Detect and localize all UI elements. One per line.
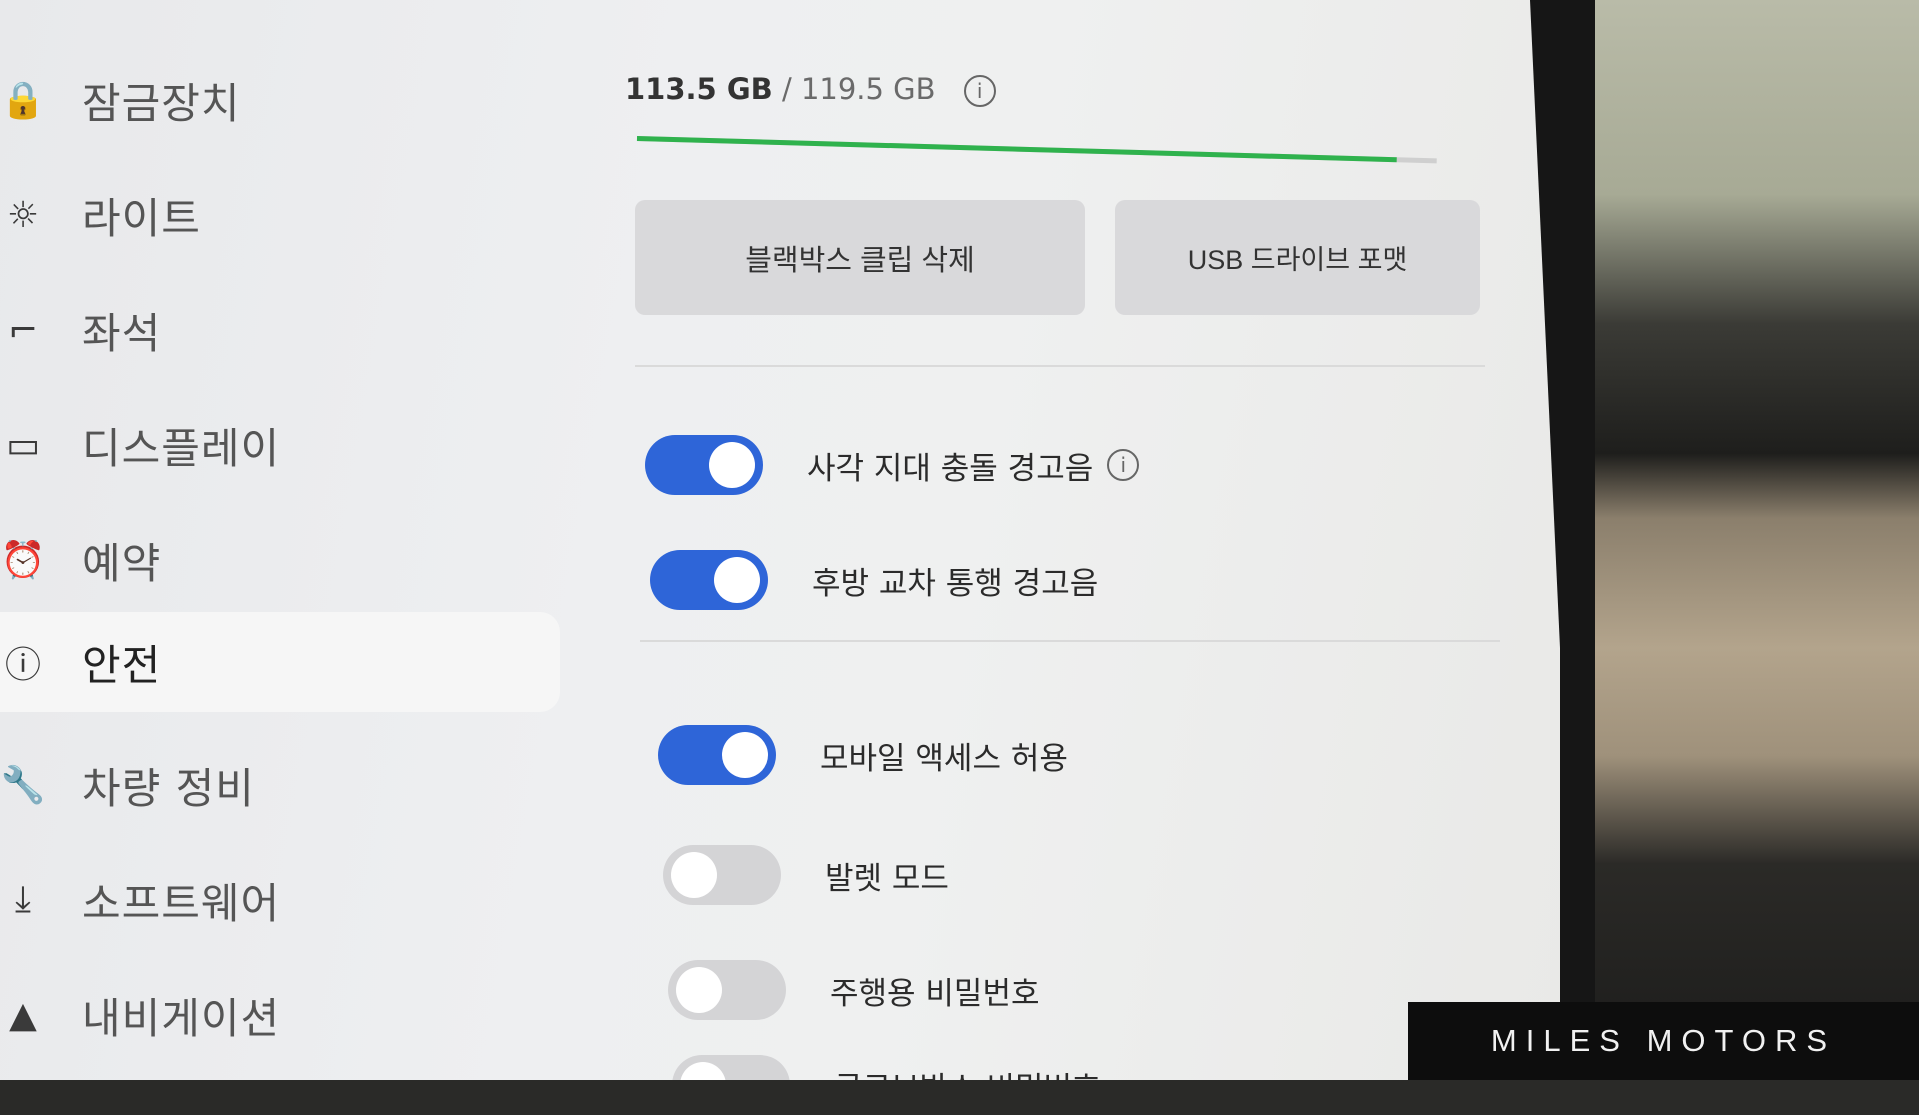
mobile-access-toggle[interactable] bbox=[658, 725, 776, 785]
toggle-label: 주행용 비밀번호 bbox=[830, 975, 1040, 1012]
info-icon[interactable]: i bbox=[1107, 449, 1140, 481]
sidebar-item-schedule[interactable]: ⏰ 예약 bbox=[0, 510, 560, 610]
info-icon[interactable]: i bbox=[963, 75, 996, 107]
storage-usage: 113.5 GB / 119.5 GB i bbox=[625, 72, 996, 107]
toggle-knob bbox=[722, 732, 768, 778]
sidebar-item-service[interactable]: 🔧 차량 정비 bbox=[0, 735, 560, 835]
toggle-row-mobile-access: 모바일 액세스 허용 bbox=[658, 725, 1068, 785]
toggle-label: 발렛 모드 bbox=[825, 860, 949, 897]
sidebar-item-seats[interactable]: ⌐ 좌석 bbox=[0, 280, 560, 380]
section-divider bbox=[640, 640, 1500, 642]
sidebar-item-label: 내비게이션 bbox=[82, 993, 281, 1043]
sidebar-item-label: 좌석 bbox=[82, 308, 162, 358]
storage-progress-bar bbox=[636, 136, 1437, 164]
safety-icon: ⓘ bbox=[4, 645, 41, 686]
storage-used: 113.5 GB bbox=[625, 72, 773, 106]
display-icon: ▭ bbox=[5, 424, 40, 466]
storage-progress-fill bbox=[636, 136, 1397, 163]
seat-icon: ⌐ bbox=[7, 309, 39, 351]
sidebar-item-label: 예약 bbox=[82, 538, 162, 588]
wrench-icon: 🔧 bbox=[0, 765, 46, 806]
sidebar-item-navigation[interactable]: ▲ 내비게이션 bbox=[0, 965, 560, 1065]
schedule-icon: ⏰ bbox=[0, 540, 46, 581]
valet-mode-toggle[interactable] bbox=[663, 845, 781, 905]
section-divider bbox=[635, 365, 1485, 367]
toggle-row-blind-spot-chime: 사각 지대 충돌 경고음 i bbox=[645, 435, 1140, 495]
settings-sidebar: 🔒 잠금장치 ☼ 라이트 ⌐ 좌석 ▭ 디스플레이 ⏰ 예약 ⓘ 안전 🔧 차량… bbox=[0, 0, 560, 1080]
storage-total: / 119.5 GB bbox=[772, 72, 936, 106]
toggle-label: 글로브박스 비밀번호 bbox=[834, 1070, 1101, 1107]
toggle-row-glovebox-pin: 글로브박스 비밀번호 bbox=[672, 1055, 1101, 1107]
format-usb-drive-button[interactable]: USB 드라이브 포맷 bbox=[1115, 200, 1480, 315]
glovebox-pin-toggle[interactable] bbox=[672, 1055, 790, 1080]
sidebar-item-label: 소프트웨어 bbox=[82, 878, 281, 928]
sidebar-item-label: 디스플레이 bbox=[82, 423, 281, 473]
sidebar-item-display[interactable]: ▭ 디스플레이 bbox=[0, 395, 560, 495]
toggle-knob bbox=[714, 557, 760, 603]
sidebar-item-safety[interactable]: ⓘ 안전 bbox=[0, 612, 560, 712]
touchscreen: 🔒 잠금장치 ☼ 라이트 ⌐ 좌석 ▭ 디스플레이 ⏰ 예약 ⓘ 안전 🔧 차량… bbox=[0, 0, 1560, 1080]
sidebar-item-label: 안전 bbox=[82, 640, 162, 690]
toggle-knob bbox=[671, 852, 717, 898]
rear-cross-traffic-chime-toggle[interactable] bbox=[650, 550, 768, 610]
toggle-row-pin-to-drive: 주행용 비밀번호 bbox=[668, 960, 1040, 1020]
car-interior-background bbox=[1560, 0, 1919, 1080]
lock-icon: 🔒 bbox=[0, 80, 46, 121]
toggle-knob bbox=[676, 967, 722, 1013]
sidebar-item-locks[interactable]: 🔒 잠금장치 bbox=[0, 50, 560, 150]
toggle-row-valet-mode: 발렛 모드 bbox=[663, 845, 949, 905]
toggle-knob bbox=[680, 1062, 726, 1080]
toggle-label: 사각 지대 충돌 경고음 bbox=[807, 450, 1094, 487]
sidebar-item-label: 차량 정비 bbox=[82, 763, 255, 813]
light-icon: ☼ bbox=[6, 194, 40, 236]
blind-spot-chime-toggle[interactable] bbox=[645, 435, 763, 495]
delete-dashcam-clips-button[interactable]: 블랙박스 클립 삭제 bbox=[635, 200, 1085, 315]
toggle-label: 모바일 액세스 허용 bbox=[820, 740, 1068, 777]
watermark-banner: MILES MOTORS bbox=[1408, 1002, 1919, 1080]
toggle-label: 후방 교차 통행 경고음 bbox=[812, 565, 1099, 602]
pin-to-drive-toggle[interactable] bbox=[668, 960, 786, 1020]
sidebar-item-lights[interactable]: ☼ 라이트 bbox=[0, 165, 560, 265]
sidebar-item-label: 라이트 bbox=[82, 193, 201, 243]
sidebar-item-software[interactable]: ⤓ 소프트웨어 bbox=[0, 850, 560, 950]
download-icon: ⤓ bbox=[15, 879, 31, 920]
toggle-row-rear-cross-traffic-chime: 후방 교차 통행 경고음 bbox=[650, 550, 1098, 610]
toggle-knob bbox=[709, 442, 755, 488]
navigation-icon: ▲ bbox=[9, 994, 37, 1036]
sidebar-item-label: 잠금장치 bbox=[82, 78, 241, 128]
